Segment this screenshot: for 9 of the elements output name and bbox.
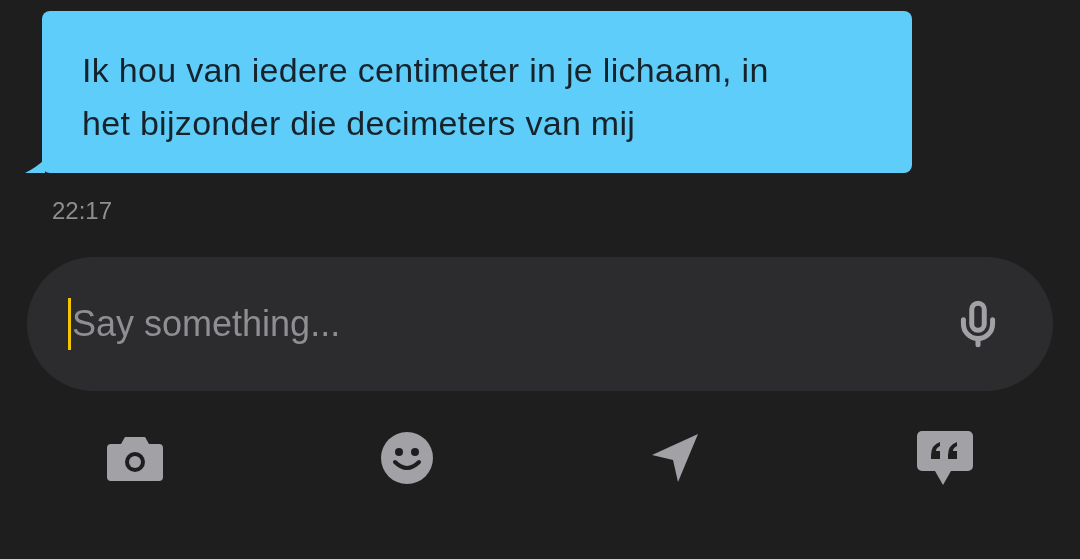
message-input[interactable]: Say something...	[27, 257, 1053, 391]
message-text: Ik hou van iedere centimeter in je lichaam, in het bijzonder die decimeters van mij	[82, 50, 770, 144]
quote-bubble-icon[interactable]	[917, 431, 973, 485]
input-placeholder: Say something...	[72, 302, 341, 346]
camera-icon[interactable]	[107, 435, 163, 481]
navigation-arrow-icon[interactable]	[651, 433, 699, 483]
text-cursor	[68, 298, 71, 350]
message-time: 22:17	[52, 196, 113, 226]
smiley-icon[interactable]	[381, 432, 433, 484]
